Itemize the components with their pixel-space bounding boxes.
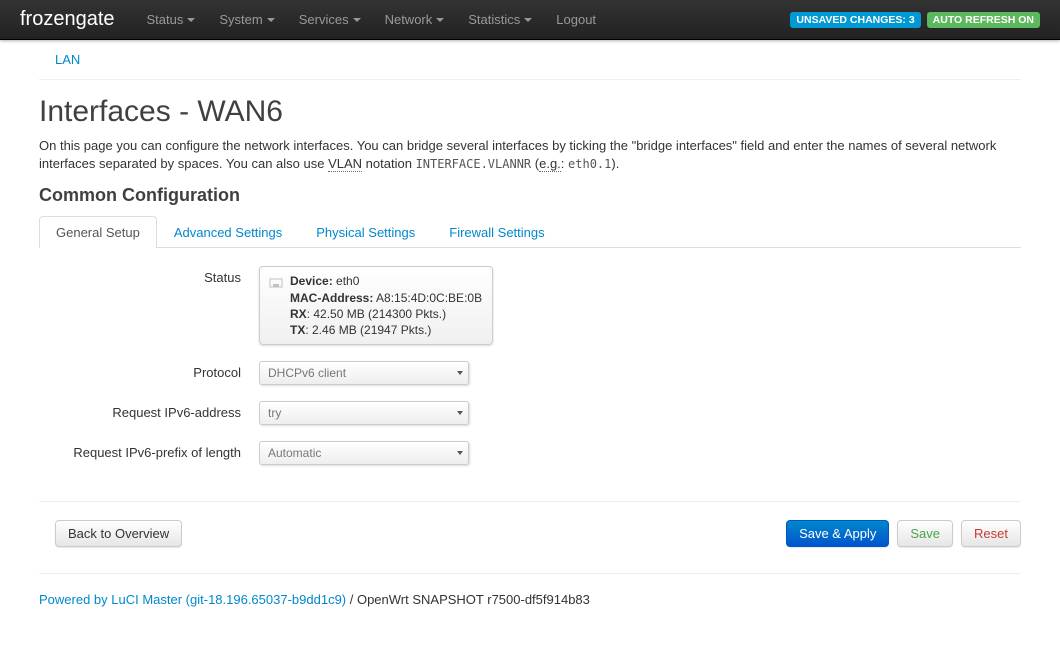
label-protocol: Protocol: [39, 361, 259, 380]
eg-abbr: e.g.: [539, 156, 561, 172]
breadcrumb-lan[interactable]: LAN: [55, 52, 80, 67]
caret-icon: [436, 18, 444, 22]
breadcrumb: LAN: [39, 40, 1021, 79]
page-description: On this page you can configure the netwo…: [39, 137, 1021, 173]
nav-statistics[interactable]: Statistics: [456, 0, 544, 40]
save-apply-button[interactable]: Save & Apply: [786, 520, 889, 547]
label-ipv6-address: Request IPv6-address: [39, 401, 259, 420]
tabs: General Setup Advanced Settings Physical…: [39, 216, 1021, 248]
nav-network[interactable]: Network: [373, 0, 457, 40]
tab-physical[interactable]: Physical Settings: [299, 216, 432, 248]
label-ipv6-prefix: Request IPv6-prefix of length: [39, 441, 259, 460]
navbar: frozengate Status System Services Networ…: [0, 0, 1060, 40]
status-box: Device: eth0 MAC-Address: A8:15:4D:0C:BE…: [259, 266, 493, 345]
label-status: Status: [39, 266, 259, 285]
nav-menu: Status System Services Network Statistic…: [135, 0, 785, 40]
vlan-abbr: VLAN: [328, 156, 362, 172]
ipv6-prefix-select[interactable]: Automatic: [259, 441, 469, 465]
back-button[interactable]: Back to Overview: [55, 520, 182, 547]
protocol-select[interactable]: DHCPv6 client: [259, 361, 469, 385]
nav-status[interactable]: Status: [135, 0, 208, 40]
nav-services[interactable]: Services: [287, 0, 373, 40]
page-title: Interfaces - WAN6: [39, 95, 1021, 129]
ethernet-icon: [268, 275, 284, 291]
save-button[interactable]: Save: [897, 520, 953, 547]
unsaved-changes-badge[interactable]: UNSAVED CHANGES: 3: [790, 12, 920, 28]
caret-icon: [353, 18, 361, 22]
caret-icon: [267, 18, 275, 22]
nav-system[interactable]: System: [207, 0, 286, 40]
caret-icon: [187, 18, 195, 22]
brand[interactable]: frozengate: [20, 8, 115, 31]
actions-bar: Back to Overview Save & Apply Save Reset: [39, 516, 1021, 565]
nav-logout[interactable]: Logout: [544, 0, 608, 40]
footer: Powered by LuCI Master (git-18.196.65037…: [39, 588, 1021, 611]
caret-icon: [524, 18, 532, 22]
section-title: Common Configuration: [39, 185, 1021, 206]
ipv6-address-select[interactable]: try: [259, 401, 469, 425]
reset-button[interactable]: Reset: [961, 520, 1021, 547]
tab-advanced[interactable]: Advanced Settings: [157, 216, 299, 248]
tab-general[interactable]: General Setup: [39, 216, 157, 248]
footer-link[interactable]: Powered by LuCI Master (git-18.196.65037…: [39, 592, 346, 607]
auto-refresh-badge[interactable]: AUTO REFRESH ON: [927, 12, 1040, 28]
tab-firewall[interactable]: Firewall Settings: [432, 216, 561, 248]
